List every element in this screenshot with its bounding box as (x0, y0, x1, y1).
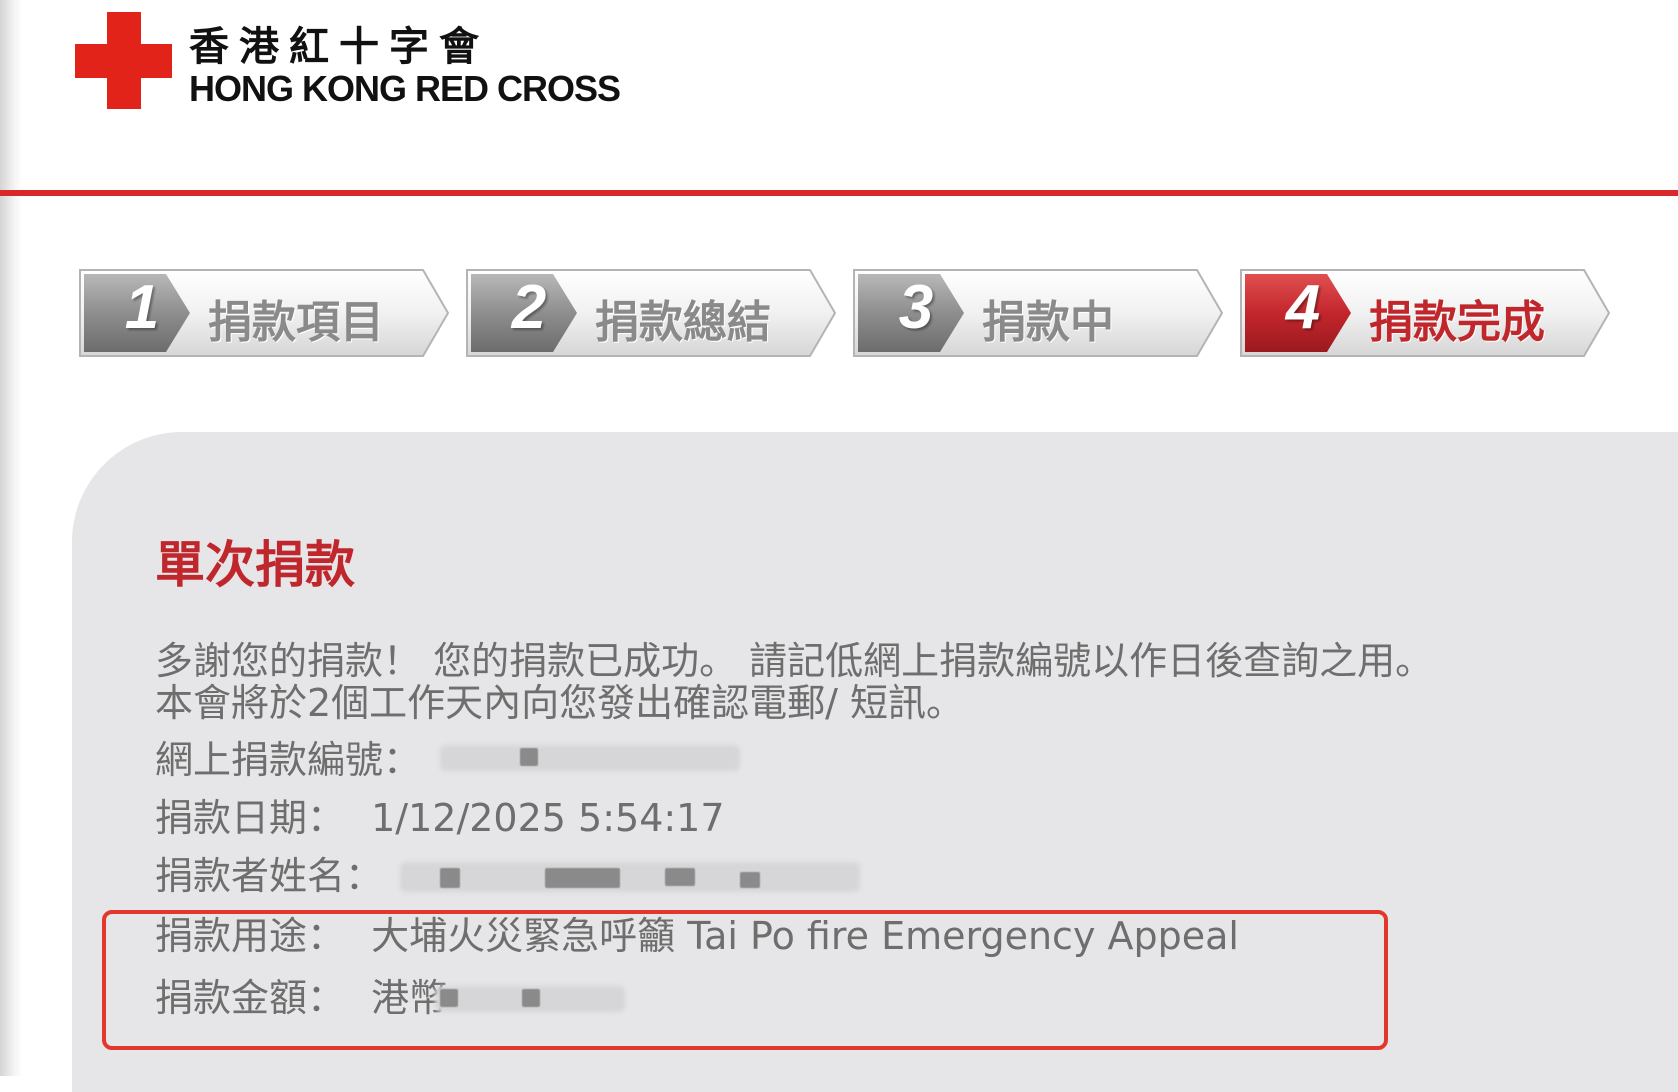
step-number: 2 (511, 273, 547, 342)
donation-date-label: 捐款日期： (155, 796, 346, 840)
donation-date-value: 1/12/2025 5:54:17 (371, 796, 725, 840)
step-number: 3 (898, 273, 934, 342)
red-cross-icon (75, 12, 172, 109)
page-edge-shadow (0, 0, 22, 1076)
step-label: 捐款完成 (1369, 297, 1545, 348)
redaction-block (665, 868, 695, 886)
donor-name-label: 捐款者姓名： (155, 854, 384, 898)
redaction-block (545, 868, 620, 888)
step-label: 捐款中 (982, 297, 1114, 348)
step-2-donation-summary: 2 捐款總結 (465, 266, 837, 361)
step-number: 4 (1285, 273, 1321, 342)
thank-you-message: 多謝您的捐款！ 您的捐款已成功。 請記低網上捐款編號以作日後查詢之用。 本會將於… (155, 640, 1575, 724)
logo-chinese-name: 香港紅十字會 (189, 24, 489, 70)
message-line-1: 多謝您的捐款！ 您的捐款已成功。 請記低網上捐款編號以作日後查詢之用。 (155, 639, 1434, 683)
header-divider (0, 190, 1678, 196)
reference-number-row: 網上捐款編號： (155, 737, 447, 783)
redacted-reference-number (440, 745, 740, 771)
donation-date-row: 捐款日期： 1/12/2025 5:54:17 (155, 795, 725, 841)
redacted-donor-name (400, 862, 860, 892)
step-label: 捐款項目 (208, 297, 384, 348)
logo-english-name: HONG KONG RED CROSS (189, 68, 621, 109)
step-4-donation-complete: 4 捐款完成 (1239, 266, 1611, 361)
redaction-block (440, 868, 460, 888)
step-3-processing: 3 捐款中 (852, 266, 1224, 361)
highlight-annotation-box (102, 910, 1388, 1050)
step-1-donation-item: 1 捐款項目 (78, 266, 450, 361)
redaction-block (740, 872, 760, 888)
reference-number-label: 網上捐款編號： (155, 738, 422, 782)
donor-name-row: 捐款者姓名： (155, 853, 409, 899)
page-title: 單次捐款 (155, 536, 355, 594)
message-line-2: 本會將於2個工作天內向您發出確認電郵/ 短訊。 (155, 681, 965, 725)
step-label: 捐款總結 (595, 297, 771, 348)
step-number: 1 (124, 273, 160, 342)
redaction-block (520, 748, 538, 766)
